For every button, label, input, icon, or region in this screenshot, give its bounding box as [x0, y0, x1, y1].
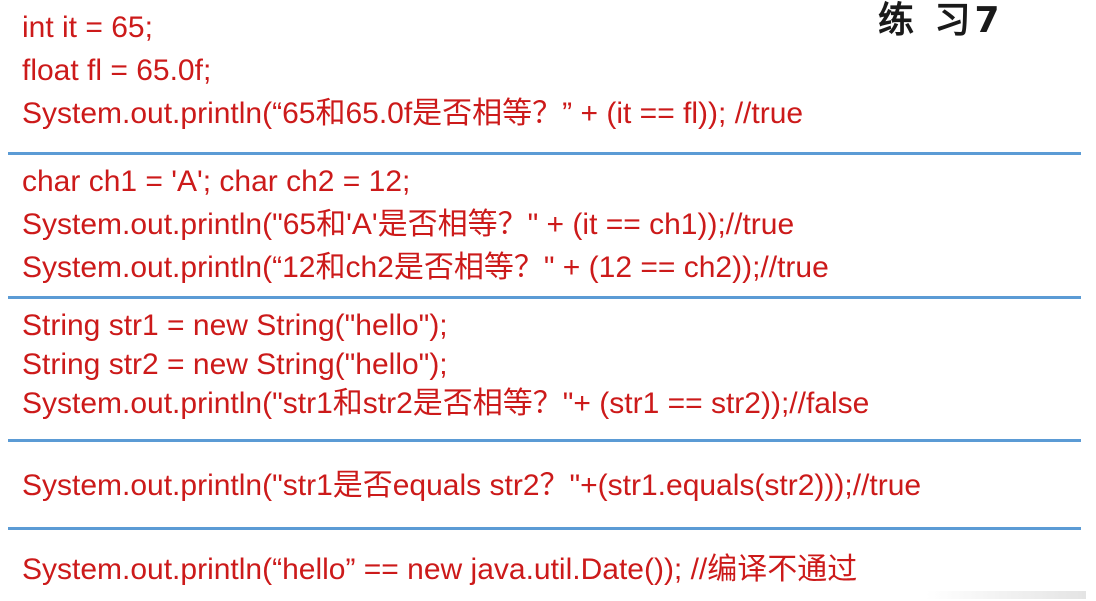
- watermark: [926, 591, 1086, 599]
- code-line-compare-int-char: System.out.println("65和'A'是否相等？" + (it =…: [22, 208, 795, 241]
- code-line-float-declaration: float fl = 65.0f;: [22, 54, 212, 87]
- code-line-compare-strings-reference: System.out.println("str1和str2是否相等？"+ (st…: [22, 387, 870, 420]
- code-line-char-declaration: char ch1 = 'A'; char ch2 = 12;: [22, 165, 411, 198]
- code-line-string-str1: String str1 = new String("hello");: [22, 309, 448, 342]
- code-line-compare-string-date: System.out.println(“hello” == new java.u…: [22, 553, 858, 586]
- code-line-compare-literal-char: System.out.println(“12和ch2是否相等？" + (12 =…: [22, 251, 829, 284]
- section-divider: [8, 152, 1081, 155]
- slide-title: 练 习7: [878, 0, 1004, 41]
- section-divider: [8, 439, 1081, 442]
- section-divider: [8, 527, 1081, 530]
- code-line-compare-strings-equals: System.out.println("str1是否equals str2？"+…: [22, 469, 922, 502]
- code-line-compare-int-float: System.out.println(“65和65.0f是否相等？” + (it…: [22, 97, 804, 130]
- code-line-int-declaration: int it = 65;: [22, 11, 153, 44]
- section-divider: [8, 296, 1081, 299]
- code-line-string-str2: String str2 = new String("hello");: [22, 348, 448, 381]
